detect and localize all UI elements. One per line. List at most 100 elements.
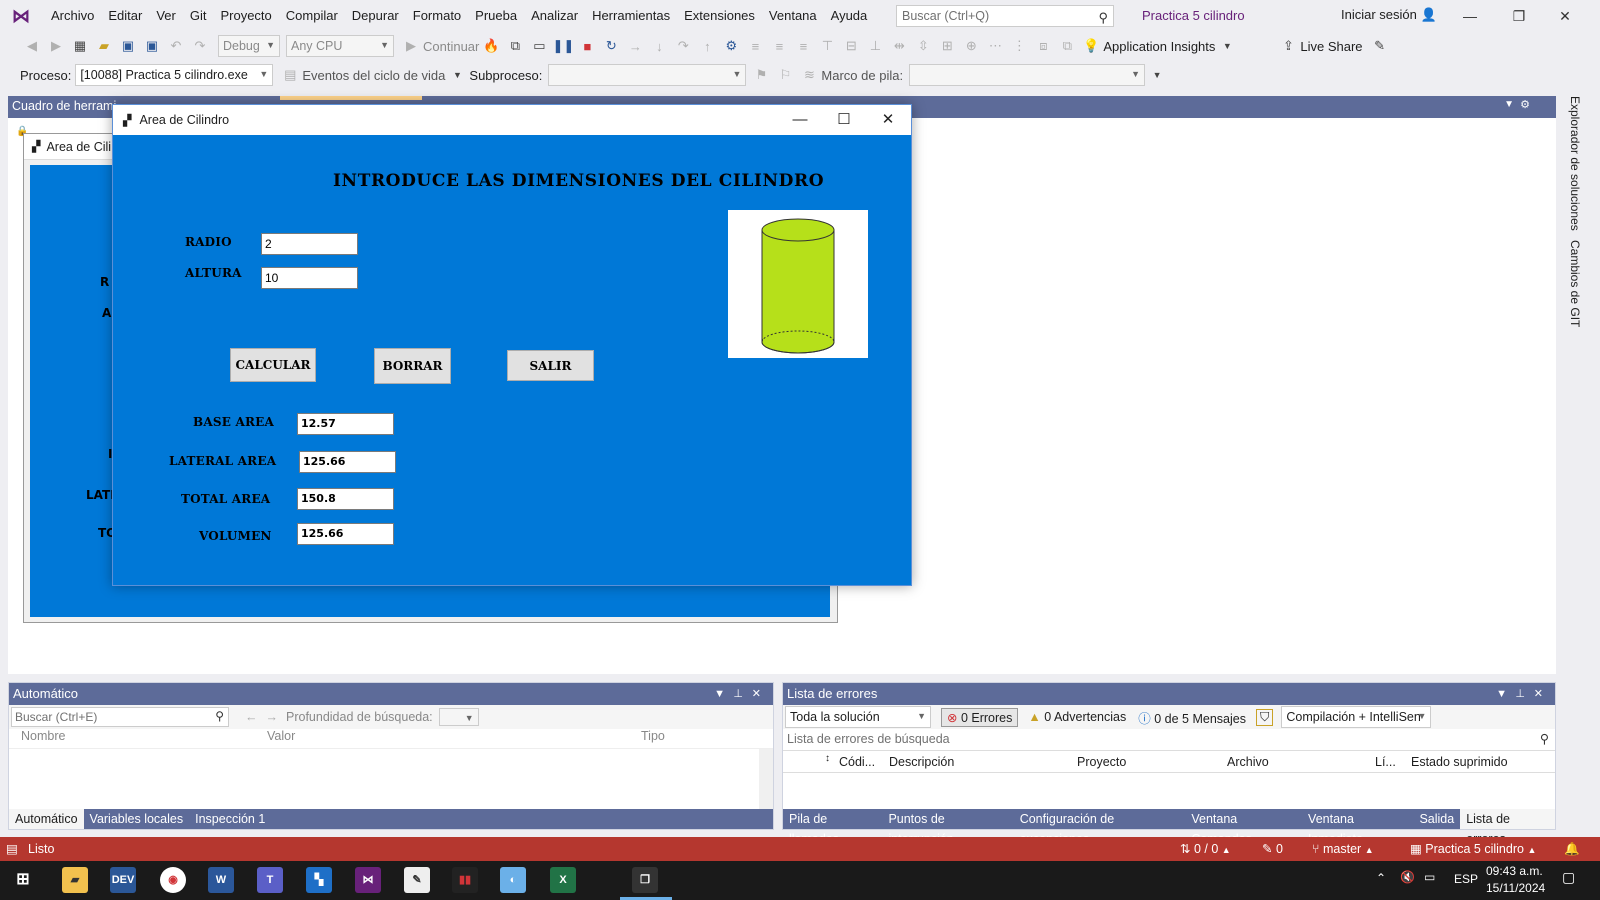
lateral-area-output[interactable]: 125.66	[299, 451, 396, 473]
undo-icon[interactable]: ↶	[167, 37, 185, 55]
step-out-icon[interactable]: ↑	[698, 37, 716, 55]
column-valor[interactable]: Valor	[267, 729, 295, 743]
column-proyecto[interactable]: Proyecto	[1077, 755, 1126, 769]
altura-input[interactable]: 10	[261, 267, 358, 289]
tab-puntos-interrupcion[interactable]: Puntos de interrupción	[882, 809, 1013, 846]
menu-ver[interactable]: Ver	[149, 4, 183, 28]
pin-icon[interactable]: ⊥	[733, 683, 743, 705]
configuration-select[interactable]: Debug ▼	[218, 35, 280, 57]
minimize-button[interactable]: —	[1447, 4, 1493, 28]
step-over-icon[interactable]: →	[626, 37, 644, 55]
grid-icon[interactable]: ⊞	[938, 37, 956, 55]
tab-variables-locales[interactable]: Variables locales	[84, 809, 190, 829]
zoom-icon[interactable]: ⊕	[962, 37, 980, 55]
toolbox-tab[interactable]: Cuadro de herrami	[12, 99, 116, 113]
chevron-down-icon[interactable]: ▼	[1218, 37, 1236, 55]
align-center-icon[interactable]: ≡	[770, 37, 788, 55]
menu-git[interactable]: Git	[183, 4, 214, 28]
browser-icon[interactable]: ◐	[500, 867, 526, 893]
pane-dropdown-icon[interactable]: ▼	[714, 683, 725, 705]
visual-studio-logo-icon[interactable]: ⋈	[8, 5, 34, 27]
cylinder-area-window[interactable]: ▞ Area de Cilindro — ☐ ✕ INTRODUCE LAS D…	[112, 104, 912, 586]
tab-ventana-comandos[interactable]: Ventana Comandos	[1185, 809, 1302, 846]
solution-explorer-tab[interactable]: Explorador de soluciones	[1568, 96, 1582, 231]
menu-herramientas[interactable]: Herramientas	[585, 4, 677, 28]
align-bottom-icon[interactable]: ⊥	[866, 37, 884, 55]
column-tipo[interactable]: Tipo	[641, 729, 665, 743]
lightbulb-icon[interactable]: 💡	[1082, 37, 1100, 55]
pin-icon[interactable]: ⊥	[1515, 683, 1525, 705]
new-project-icon[interactable]: ▦	[71, 37, 89, 55]
tab-lista-errores[interactable]: Lista de errores	[1460, 809, 1555, 846]
process-select[interactable]: [10088] Practica 5 cilindro.exe ▼	[75, 64, 274, 86]
chevron-down-icon[interactable]: ▼	[448, 66, 466, 84]
restart-icon[interactable]: ↻	[602, 37, 620, 55]
play-icon[interactable]: ▶	[402, 37, 420, 55]
vspace-icon[interactable]: ⋮	[1010, 37, 1028, 55]
forward-icon[interactable]: ▶	[47, 37, 65, 55]
column-nombre[interactable]: Nombre	[21, 729, 65, 743]
signin-link[interactable]: Iniciar sesión 👤	[1341, 7, 1437, 23]
continue-button[interactable]: Continuar	[423, 39, 479, 54]
messages-filter-button[interactable]: ⓘ 0 de 5 Mensajes	[1138, 708, 1246, 727]
menu-prueba[interactable]: Prueba	[468, 4, 524, 28]
errors-filter-button[interactable]: ⊗ 0 Errores	[941, 707, 1019, 727]
git-changes-tab[interactable]: Cambios de GIT	[1568, 240, 1582, 327]
toolbar-overflow-icon[interactable]: ▼	[1148, 66, 1166, 84]
menu-editar[interactable]: Editar	[101, 4, 149, 28]
align-right-icon[interactable]: ≡	[794, 37, 812, 55]
tab-pila-llamadas[interactable]: Pila de llamadas	[783, 809, 882, 846]
thread-select[interactable]: ▼	[548, 64, 747, 86]
visual-studio-icon[interactable]: ⋈	[355, 867, 381, 893]
form-minimize-button[interactable]: —	[777, 105, 823, 135]
form-maximize-button[interactable]: ☐	[821, 105, 867, 135]
tray-chevron-icon[interactable]: ⌃	[1376, 871, 1386, 885]
hot-reload-icon[interactable]: 🔥	[482, 37, 500, 55]
restore-button[interactable]: ❐	[1496, 4, 1542, 28]
align-top-icon[interactable]: ⊤	[818, 37, 836, 55]
menu-proyecto[interactable]: Proyecto	[213, 4, 278, 28]
step-back-icon[interactable]: ↷	[674, 37, 692, 55]
form-close-button[interactable]: ✕	[865, 105, 911, 135]
platform-select[interactable]: Any CPU ▼	[286, 35, 394, 57]
tab-dropdown-icon[interactable]: ▼	[1504, 99, 1514, 110]
tab-ventana-inmediato[interactable]: Ventana Inmediato	[1302, 809, 1413, 846]
pane-close-icon[interactable]: ✕	[752, 683, 761, 705]
warnings-filter-button[interactable]: ▲ 0 Advertencias	[1028, 710, 1126, 724]
volumen-output[interactable]: 125.66	[297, 523, 394, 545]
pending-edits[interactable]: ✎ 0	[1262, 837, 1283, 861]
task-view-icon[interactable]: ❐	[632, 867, 658, 893]
column-linea[interactable]: Lí...	[1375, 755, 1396, 769]
close-button[interactable]: ✕	[1542, 4, 1588, 28]
network-icon[interactable]: ▭	[1424, 870, 1435, 884]
teams-icon[interactable]: T	[257, 867, 283, 893]
size-icon[interactable]: ⇳	[914, 37, 932, 55]
source-control-changes[interactable]: ⇅ 0 / 0 ▲	[1180, 837, 1231, 862]
tab-automatico[interactable]: Automático	[9, 809, 84, 829]
step-into-icon[interactable]: ↓	[650, 37, 668, 55]
feedback-icon[interactable]: ✎	[1371, 37, 1389, 55]
borrar-button[interactable]: BORRAR	[374, 348, 451, 384]
redo-icon[interactable]: ↷	[191, 37, 209, 55]
save-icon[interactable]: ▣	[119, 37, 137, 55]
action-center-icon[interactable]: ▢	[1562, 869, 1575, 886]
align-middle-icon[interactable]: ⊟	[842, 37, 860, 55]
menu-extensiones[interactable]: Extensiones	[677, 4, 762, 28]
excel-icon[interactable]: X	[550, 867, 576, 893]
stop-icon[interactable]: ■	[578, 37, 596, 55]
app-icon[interactable]: ▚	[306, 867, 332, 893]
windows-start-icon[interactable]: ⊞	[10, 867, 36, 893]
diagnostic-icon[interactable]: ⚙	[722, 37, 740, 55]
save-all-icon[interactable]: ▣	[143, 37, 161, 55]
devc-icon[interactable]: DEV	[110, 867, 136, 893]
notifications-icon[interactable]: 🔔	[1564, 837, 1580, 861]
tab-inspeccion-1[interactable]: Inspección 1	[189, 809, 271, 829]
browser-link-icon[interactable]: ⧉	[506, 37, 524, 55]
tab-config-excepciones[interactable]: Configuración de excepciones	[1014, 809, 1186, 846]
window-icon[interactable]: ▭	[530, 37, 548, 55]
autos-search-input[interactable]: Buscar (Ctrl+E) ⚲	[11, 707, 229, 727]
tab-order-icon[interactable]: ⧉	[1058, 37, 1076, 55]
column-estado-suprimido[interactable]: Estado suprimido	[1411, 755, 1508, 769]
menu-formato[interactable]: Formato	[406, 4, 468, 28]
search-box[interactable]: Buscar (Ctrl+Q) ⚲	[896, 5, 1114, 27]
